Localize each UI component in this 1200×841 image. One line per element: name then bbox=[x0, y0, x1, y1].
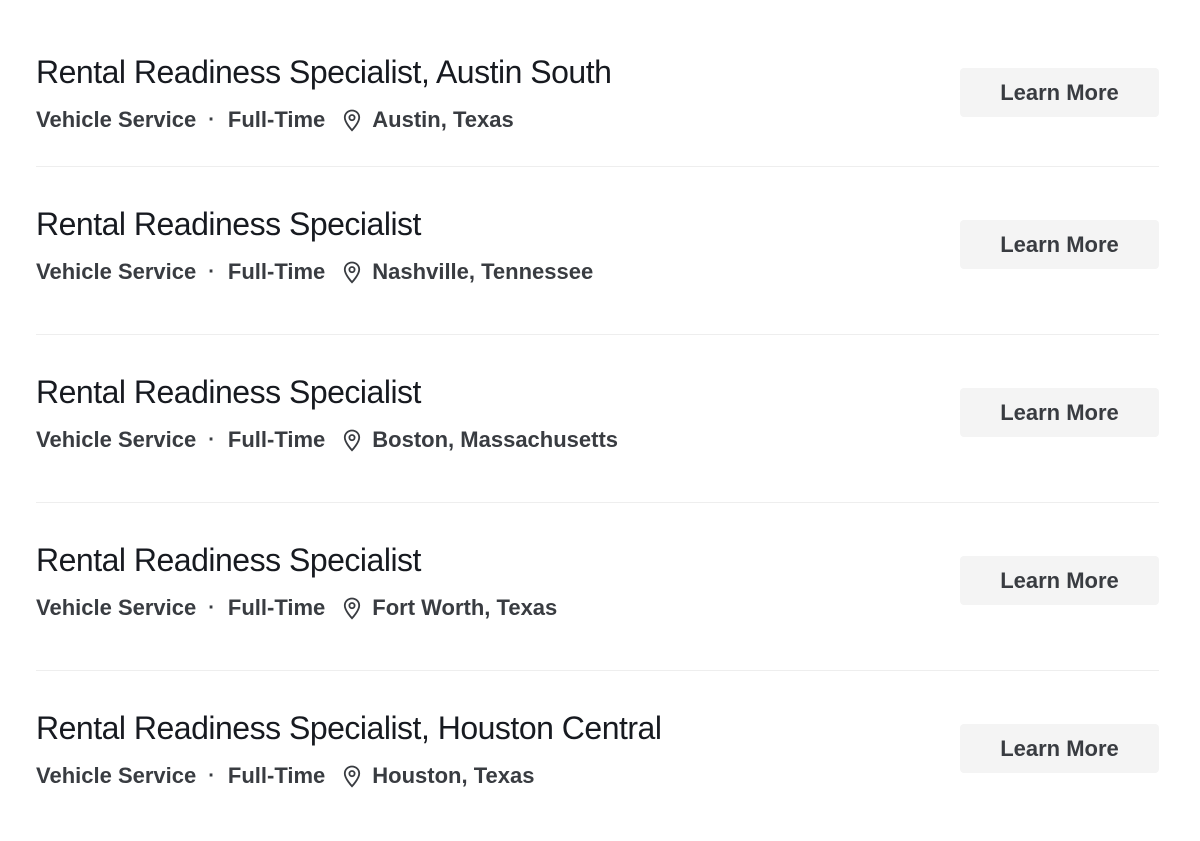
job-location: Austin, Texas bbox=[372, 107, 514, 132]
job-listings: Rental Readiness Specialist, Austin Sout… bbox=[0, 0, 1200, 841]
meta-separator: · bbox=[208, 429, 215, 451]
job-location: Nashville, Tennessee bbox=[372, 259, 594, 284]
learn-more-button[interactable]: Learn More bbox=[960, 388, 1159, 437]
job-type: Full-Time bbox=[227, 107, 326, 132]
divider bbox=[36, 502, 1159, 503]
divider bbox=[36, 334, 1159, 335]
job-listing-item: Rental Readiness Specialist Vehicle Serv… bbox=[36, 376, 1159, 456]
job-type: Full-Time bbox=[227, 427, 326, 452]
job-listing-item: Rental Readiness Specialist, Austin Sout… bbox=[36, 56, 1159, 136]
meta-separator: · bbox=[208, 765, 215, 787]
job-title[interactable]: Rental Readiness Specialist bbox=[36, 544, 421, 576]
map-pin-icon bbox=[341, 764, 363, 788]
meta-separator: · bbox=[208, 597, 215, 619]
job-meta: Vehicle Service · Full-Time Houston, Tex… bbox=[36, 764, 534, 788]
job-meta: Vehicle Service · Full-Time Boston, Mass… bbox=[36, 428, 618, 452]
job-title[interactable]: Rental Readiness Specialist, Austin Sout… bbox=[36, 56, 612, 88]
learn-more-button[interactable]: Learn More bbox=[960, 220, 1159, 269]
job-meta: Vehicle Service · Full-Time Nashville, T… bbox=[36, 260, 593, 284]
job-department: Vehicle Service bbox=[36, 259, 197, 284]
learn-more-button[interactable]: Learn More bbox=[960, 724, 1159, 773]
meta-separator: · bbox=[208, 109, 215, 131]
divider bbox=[36, 166, 1159, 167]
job-department: Vehicle Service bbox=[36, 107, 197, 132]
job-title[interactable]: Rental Readiness Specialist bbox=[36, 208, 421, 240]
job-listing-item: Rental Readiness Specialist Vehicle Serv… bbox=[36, 544, 1159, 624]
map-pin-icon bbox=[341, 108, 363, 132]
job-type: Full-Time bbox=[227, 763, 326, 788]
job-type: Full-Time bbox=[227, 595, 326, 620]
job-title[interactable]: Rental Readiness Specialist, Houston Cen… bbox=[36, 712, 662, 744]
job-location: Houston, Texas bbox=[372, 763, 535, 788]
map-pin-icon bbox=[341, 260, 363, 284]
job-department: Vehicle Service bbox=[36, 427, 197, 452]
job-department: Vehicle Service bbox=[36, 595, 197, 620]
job-meta: Vehicle Service · Full-Time Austin, Texa… bbox=[36, 108, 514, 132]
job-department: Vehicle Service bbox=[36, 763, 197, 788]
job-meta: Vehicle Service · Full-Time Fort Worth, … bbox=[36, 596, 557, 620]
job-title[interactable]: Rental Readiness Specialist bbox=[36, 376, 421, 408]
map-pin-icon bbox=[341, 596, 363, 620]
job-listing-item: Rental Readiness Specialist Vehicle Serv… bbox=[36, 208, 1159, 288]
meta-separator: · bbox=[208, 261, 215, 283]
divider bbox=[36, 670, 1159, 671]
job-type: Full-Time bbox=[227, 259, 326, 284]
job-location: Fort Worth, Texas bbox=[372, 595, 558, 620]
job-location: Boston, Massachusetts bbox=[372, 427, 619, 452]
learn-more-button[interactable]: Learn More bbox=[960, 68, 1159, 117]
learn-more-button[interactable]: Learn More bbox=[960, 556, 1159, 605]
map-pin-icon bbox=[341, 428, 363, 452]
job-listing-item: Rental Readiness Specialist, Houston Cen… bbox=[36, 712, 1159, 792]
